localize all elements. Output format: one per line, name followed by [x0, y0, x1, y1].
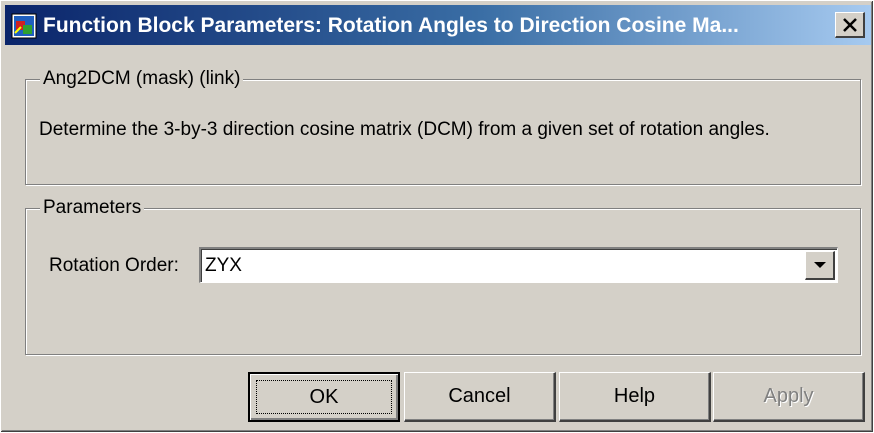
close-button[interactable]: [835, 12, 865, 38]
rotation-order-select[interactable]: ZYX: [199, 247, 838, 283]
title-bar[interactable]: Function Block Parameters: Rotation Angl…: [5, 5, 871, 45]
apply-button: Apply: [713, 372, 865, 422]
cancel-button-label: Cancel: [448, 385, 511, 407]
rotation-order-value: ZYX: [205, 255, 242, 276]
window-title: Function Block Parameters: Rotation Angl…: [43, 14, 739, 37]
close-x-icon: [842, 17, 857, 32]
description-group-title: Ang2DCM (mask) (link): [40, 68, 244, 90]
dropdown-arrow-button[interactable]: [805, 251, 835, 280]
focus-ring: [256, 380, 392, 414]
help-button-label: Help: [613, 385, 656, 407]
dialog-window: Function Block Parameters: Rotation Angl…: [0, 0, 874, 433]
parameters-group-title: Parameters: [40, 197, 145, 219]
help-button[interactable]: Help: [559, 372, 711, 422]
cancel-button[interactable]: Cancel: [404, 372, 556, 422]
simulink-block-icon: [11, 13, 37, 39]
chevron-down-icon: [813, 262, 826, 268]
apply-button-label: Apply: [763, 385, 814, 407]
block-description: Determine the 3-by-3 direction cosine ma…: [39, 119, 770, 140]
ok-button[interactable]: OK: [248, 372, 400, 422]
rotation-order-label: Rotation Order:: [49, 255, 179, 276]
